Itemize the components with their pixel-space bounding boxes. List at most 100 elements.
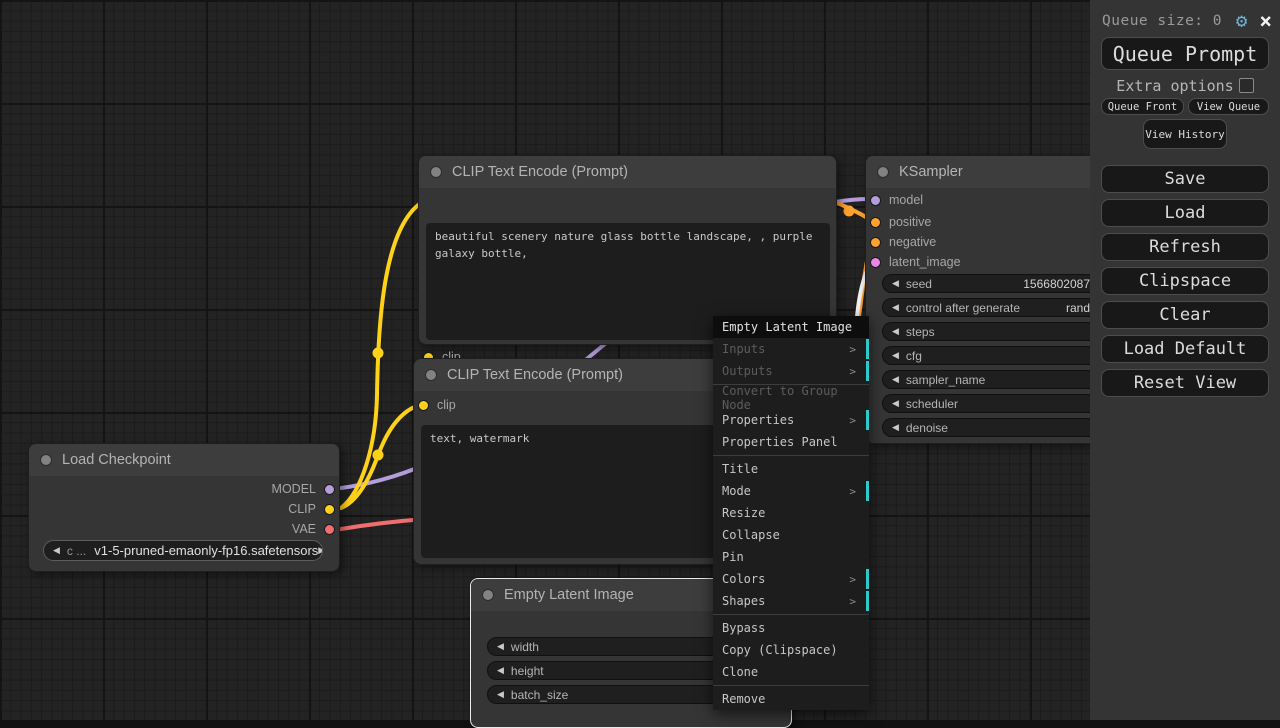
cfg-widget[interactable]: ◀ cfg — [882, 346, 1100, 365]
steps-widget[interactable]: ◀ steps — [882, 322, 1100, 341]
input-slot-latent-image: latent_image — [870, 254, 961, 270]
widget-prev-arrow-icon[interactable]: ◀ — [892, 422, 899, 433]
queue-front-button[interactable]: Queue Front — [1101, 98, 1184, 115]
load-default-button[interactable]: Load Default — [1101, 335, 1269, 363]
widget-value: v1-5-pruned-emaonly-fp16.safetensors — [94, 543, 318, 558]
context-menu-title: Empty Latent Image — [713, 316, 869, 338]
submenu-indicator — [866, 410, 869, 430]
slot-label: negative — [889, 235, 936, 249]
scheduler-widget[interactable]: ◀ scheduler — [882, 394, 1100, 413]
control-after-generate-widget[interactable]: ◀ control after generate rand — [882, 298, 1100, 317]
slot-label: latent_image — [889, 255, 961, 269]
slot-dot-clip[interactable] — [324, 504, 335, 515]
collapse-dot-icon[interactable] — [482, 589, 494, 601]
node-title-bar: Load Checkpoint — [29, 444, 339, 476]
slot-dot-model[interactable] — [870, 195, 881, 206]
close-icon[interactable]: × — [1259, 12, 1272, 30]
reset-view-button[interactable]: Reset View — [1101, 369, 1269, 397]
widget-prev-arrow-icon[interactable]: ◀ — [497, 665, 504, 676]
submenu-arrow-icon: > — [849, 595, 860, 608]
input-slot-negative: negative — [870, 234, 936, 250]
widget-prev-arrow-icon[interactable]: ◀ — [497, 641, 504, 652]
widget-label: cfg — [906, 349, 922, 363]
submenu-indicator — [866, 591, 869, 611]
widget-prev-arrow-icon[interactable]: ◀ — [892, 398, 899, 409]
menu-item-bypass[interactable]: Bypass — [713, 617, 869, 639]
menu-item-properties-panel[interactable]: Properties Panel — [713, 431, 869, 453]
output-slot-model: MODEL — [272, 481, 335, 497]
menu-item-copy-clipspace[interactable]: Copy (Clipspace) — [713, 639, 869, 661]
slot-dot-vae[interactable] — [324, 524, 335, 535]
slot-dot-positive[interactable] — [870, 217, 881, 228]
slot-label: MODEL — [272, 482, 316, 496]
menu-item-collapse[interactable]: Collapse — [713, 524, 869, 546]
widget-label: c ... — [67, 544, 86, 558]
slot-dot-negative[interactable] — [870, 237, 881, 248]
widget-label: control after generate — [906, 301, 1020, 315]
refresh-button[interactable]: Refresh — [1101, 233, 1269, 261]
node-context-menu: Empty Latent Image Inputs > Outputs > Co… — [713, 316, 869, 710]
widget-prev-arrow-icon[interactable]: ◀ — [892, 350, 899, 361]
widget-prev-arrow-icon[interactable]: ◀ — [892, 302, 899, 313]
widget-value: rand — [1066, 301, 1090, 315]
ckpt-name-widget[interactable]: ◀ c ... v1-5-pruned-emaonly-fp16.safeten… — [43, 540, 323, 561]
slot-dot-latent-image[interactable] — [870, 257, 881, 268]
sampler-name-widget[interactable]: ◀ sampler_name — [882, 370, 1100, 389]
menu-item-title[interactable]: Title — [713, 458, 869, 480]
queue-prompt-button[interactable]: Queue Prompt — [1101, 37, 1269, 70]
node-title: CLIP Text Encode (Prompt) — [447, 367, 623, 383]
slot-label: clip — [437, 398, 456, 412]
widget-next-arrow-icon[interactable]: ▶ — [318, 545, 323, 556]
collapse-dot-icon[interactable] — [40, 454, 52, 466]
save-button[interactable]: Save — [1101, 165, 1269, 193]
widget-prev-arrow-icon[interactable]: ◀ — [892, 278, 899, 289]
node-title: CLIP Text Encode (Prompt) — [452, 164, 628, 180]
submenu-arrow-icon: > — [849, 573, 860, 586]
extra-options-checkbox[interactable] — [1239, 78, 1254, 93]
menu-item-pin[interactable]: Pin — [713, 546, 869, 568]
clipspace-button[interactable]: Clipspace — [1101, 267, 1269, 295]
clear-button[interactable]: Clear — [1101, 301, 1269, 329]
widget-prev-arrow-icon[interactable]: ◀ — [53, 545, 60, 556]
menu-item-mode[interactable]: Mode > — [713, 480, 869, 502]
collapse-dot-icon[interactable] — [877, 166, 889, 178]
menu-item-remove[interactable]: Remove — [713, 688, 869, 710]
settings-gear-icon[interactable]: ⚙ — [1236, 12, 1247, 31]
menu-separator — [713, 455, 869, 456]
input-slot-positive: positive — [870, 214, 931, 230]
widget-prev-arrow-icon[interactable]: ◀ — [892, 326, 899, 337]
submenu-arrow-icon: > — [849, 485, 860, 498]
seed-widget[interactable]: ◀ seed 1566802087 — [882, 274, 1100, 293]
collapse-dot-icon[interactable] — [425, 369, 437, 381]
node-ksampler[interactable]: KSampler model positive negative latent_… — [865, 155, 1109, 444]
view-queue-button[interactable]: View Queue — [1188, 98, 1269, 115]
input-slot-clip: clip — [418, 397, 456, 413]
output-slot-clip: CLIP — [288, 501, 335, 517]
slot-dot-clip[interactable] — [418, 400, 429, 411]
widget-prev-arrow-icon[interactable]: ◀ — [892, 374, 899, 385]
load-button[interactable]: Load — [1101, 199, 1269, 227]
node-title-bar: KSampler — [866, 156, 1108, 188]
submenu-indicator — [866, 339, 869, 359]
widget-label: seed — [906, 277, 932, 291]
collapse-dot-icon[interactable] — [430, 166, 442, 178]
menu-item-shapes[interactable]: Shapes > — [713, 590, 869, 612]
widget-label: width — [511, 640, 539, 654]
node-title: Load Checkpoint — [62, 452, 171, 468]
menu-item-colors[interactable]: Colors > — [713, 568, 869, 590]
widget-prev-arrow-icon[interactable]: ◀ — [497, 689, 504, 700]
slot-dot-model[interactable] — [324, 484, 335, 495]
node-load-checkpoint[interactable]: Load Checkpoint MODEL CLIP VAE ◀ c ... v… — [28, 443, 340, 572]
menu-item-clone[interactable]: Clone — [713, 661, 869, 683]
submenu-arrow-icon: > — [849, 343, 860, 356]
comfyui-app: { "icons": { "left_arrow": "◀", "right_a… — [0, 0, 1280, 720]
menu-separator — [713, 685, 869, 686]
widget-label: steps — [906, 325, 935, 339]
submenu-indicator — [866, 481, 869, 501]
widget-label: scheduler — [906, 397, 958, 411]
menu-item-resize[interactable]: Resize — [713, 502, 869, 524]
menu-item-properties[interactable]: Properties > — [713, 409, 869, 431]
widget-value: 1566802087 — [1023, 277, 1090, 291]
view-history-button[interactable]: View History — [1143, 119, 1227, 149]
denoise-widget[interactable]: ◀ denoise — [882, 418, 1100, 437]
